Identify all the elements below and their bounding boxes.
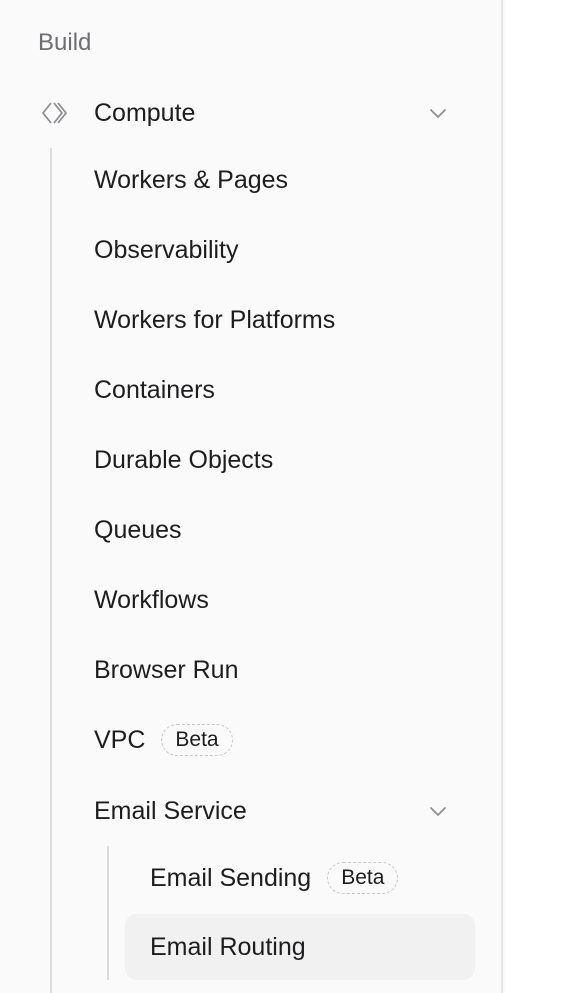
nav-subgroup-label: Email Service	[94, 797, 247, 825]
tree-line	[50, 148, 52, 993]
nav-item-label: Queues	[94, 516, 182, 544]
nav-item-label: Workers & Pages	[94, 166, 289, 194]
nav-item-workers-for-platforms[interactable]: Workers for Platforms	[94, 295, 335, 345]
nav-item-label: Workers for Platforms	[94, 306, 336, 334]
nav-item-email-sending[interactable]: Email Sending Beta	[150, 853, 399, 903]
main-content-edge	[505, 0, 569, 993]
nav-item-label: Durable Objects	[94, 446, 274, 474]
nav-item-durable-objects[interactable]: Durable Objects	[94, 435, 273, 485]
nav-item-label: Email Routing	[150, 933, 306, 961]
nav-item-label: Browser Run	[94, 656, 239, 684]
nav-subgroup-email-service[interactable]: Email Service	[94, 786, 474, 836]
nav-item-queues[interactable]: Queues	[94, 505, 182, 555]
nav-item-browser-run[interactable]: Browser Run	[94, 645, 239, 695]
nav-item-label: Containers	[94, 376, 215, 404]
nav-item-vpc[interactable]: VPC Beta	[94, 715, 233, 765]
nav-item-observability[interactable]: Observability	[94, 225, 239, 275]
chevron-down-icon[interactable]	[428, 801, 448, 821]
nav-item-label: Observability	[94, 236, 239, 264]
chevron-down-icon[interactable]	[428, 103, 448, 123]
nav-item-label: VPC	[94, 726, 146, 754]
nav-item-containers[interactable]: Containers	[94, 365, 215, 415]
tree-line	[107, 846, 109, 980]
compute-icon	[42, 102, 67, 124]
beta-badge: Beta	[327, 862, 399, 894]
beta-badge: Beta	[161, 724, 233, 756]
nav-item-workers-pages[interactable]: Workers & Pages	[94, 155, 288, 205]
nav-group-compute[interactable]: Compute	[22, 92, 472, 134]
nav-item-workflows[interactable]: Workflows	[94, 575, 209, 625]
section-label-build: Build	[38, 29, 92, 56]
nav-item-label: Workflows	[94, 586, 209, 614]
sidebar: Build Compute Workers & Pages Observabil…	[0, 0, 503, 993]
nav-group-label: Compute	[94, 99, 196, 127]
nav-item-email-routing[interactable]: Email Routing	[150, 922, 306, 972]
nav-item-label: Email Sending	[150, 864, 312, 892]
